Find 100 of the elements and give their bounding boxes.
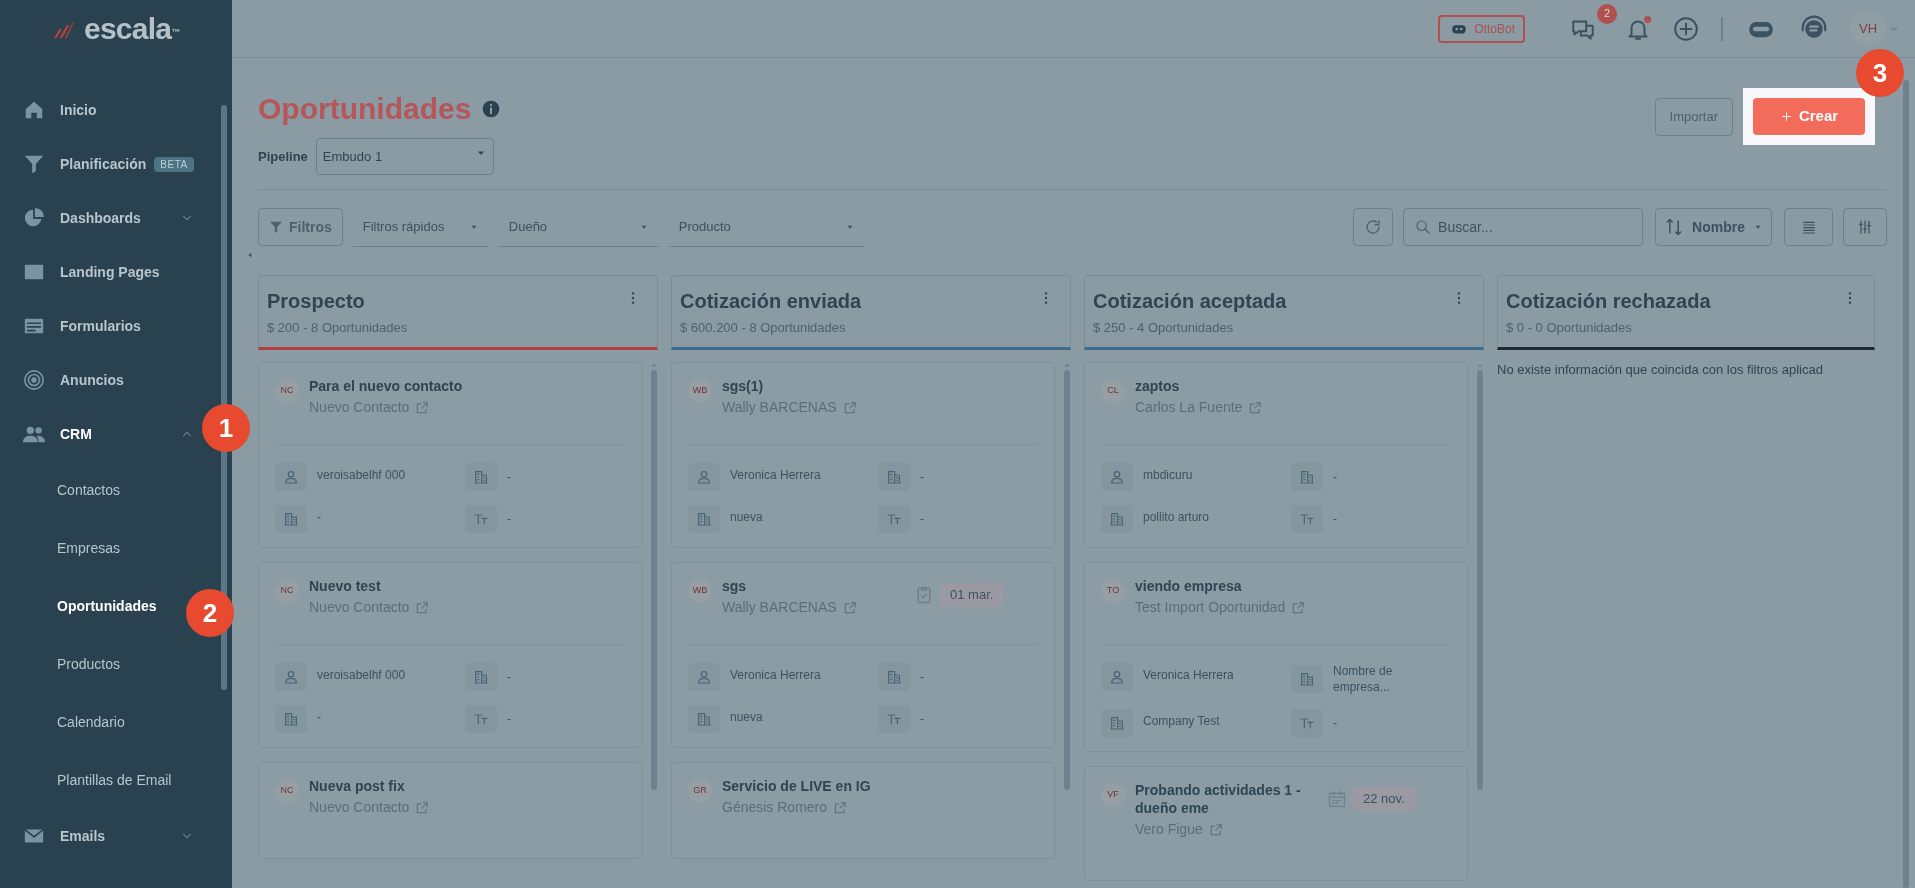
column-scrollbar[interactable]	[1477, 370, 1483, 790]
field-value: -	[317, 709, 321, 725]
field-value: Veronica Herrera	[730, 667, 821, 683]
ottobot-button[interactable]: OttoBot	[1438, 14, 1525, 43]
external-link-icon[interactable]	[1248, 400, 1263, 415]
card-title: sgs	[722, 577, 748, 595]
contact-avatar: GR	[688, 779, 712, 803]
sidebar-item[interactable]: Anuncios	[0, 353, 200, 407]
contact-avatar: WB	[688, 579, 712, 603]
filter-dropdown[interactable]: Producto	[668, 207, 865, 247]
list-icon	[1800, 219, 1817, 235]
create-button[interactable]: Crear	[1753, 98, 1865, 135]
external-link-icon[interactable]	[1291, 600, 1306, 615]
external-link-icon[interactable]	[415, 400, 430, 415]
user-avatar[interactable]: VH	[1851, 11, 1885, 46]
external-link-icon[interactable]	[842, 400, 857, 415]
person-icon	[1109, 669, 1125, 685]
column-title: Cotización rechazada	[1506, 289, 1712, 314]
field-value: pollito arturo	[1143, 509, 1210, 525]
pie-icon	[22, 207, 46, 229]
card-title: Servicio de LIVE en IG	[722, 777, 871, 795]
column-scrollbar[interactable]	[651, 370, 657, 790]
person-icon	[1109, 469, 1125, 485]
scroll-up-icon[interactable]	[1476, 362, 1484, 368]
notification-count: 2	[1597, 3, 1617, 24]
clipboard-check-icon	[914, 584, 934, 605]
funnel-icon	[269, 220, 283, 234]
building-icon	[473, 669, 489, 685]
refresh-button[interactable]	[1353, 208, 1394, 246]
card-title: Nueva post fix	[309, 777, 406, 795]
pipeline-select[interactable]: Embudo 1	[315, 138, 494, 175]
list-view-button[interactable]	[1784, 208, 1833, 246]
field-value: -	[1333, 715, 1338, 731]
building-icon	[1299, 469, 1315, 485]
external-link-icon[interactable]	[833, 800, 848, 815]
contact-avatar: WB	[688, 379, 712, 403]
person-icon	[283, 469, 299, 485]
field-value: -	[1333, 469, 1338, 485]
column-title: Prospecto	[267, 289, 366, 314]
field-value: -	[920, 711, 925, 727]
sidebar-item[interactable]: Emails	[0, 809, 200, 863]
card-title: Probando actividades 1 - dueño eme	[1135, 781, 1302, 817]
settings-button[interactable]	[1843, 208, 1887, 246]
text-format-icon	[1299, 715, 1315, 731]
page-scrollbar[interactable]	[1903, 80, 1909, 888]
field-value: Nombre de empresa...	[1333, 663, 1394, 695]
column-summary: $ 200 - 8 Oportunidades	[267, 319, 409, 337]
building-icon	[473, 469, 489, 485]
page-title: Oportunidades	[258, 94, 472, 124]
field-value: -	[317, 509, 321, 525]
import-button[interactable]: Importar	[1654, 97, 1733, 136]
field-value: nueva	[730, 709, 763, 725]
filter-dropdown[interactable]: Filtros rápidos	[352, 207, 489, 247]
filters-button[interactable]: Filtros	[258, 208, 343, 246]
contact-avatar: NC	[275, 379, 299, 403]
sort-button[interactable]: Nombre	[1655, 208, 1772, 246]
column-scrollbar[interactable]	[1064, 370, 1070, 790]
building-icon	[283, 711, 299, 727]
sidebar-item[interactable]: Landing Pages	[0, 245, 200, 299]
target-icon	[22, 369, 46, 391]
sidebar-item[interactable]: Inicio	[0, 83, 200, 137]
pipeline-label: Pipeline	[258, 147, 308, 166]
sidebar-subitem[interactable]: Calendario	[0, 693, 184, 751]
text-format-icon	[1299, 511, 1315, 527]
sidebar-subitem[interactable]: Empresas	[0, 519, 184, 577]
scroll-up-icon[interactable]	[1063, 362, 1071, 368]
add-circle-icon[interactable]	[1673, 15, 1699, 42]
contact-avatar: NC	[275, 779, 299, 803]
calendar-icon	[1327, 788, 1347, 809]
contact-avatar: VF	[1101, 783, 1125, 807]
external-link-icon[interactable]	[842, 600, 857, 615]
search-field[interactable]: Buscar...	[1403, 208, 1644, 246]
external-link-icon[interactable]	[415, 800, 430, 815]
field-value: -	[920, 669, 925, 685]
sidebar-subitem[interactable]: Productos	[0, 635, 184, 693]
sidebar-item[interactable]: Dashboards	[0, 191, 200, 245]
sidebar-subitem[interactable]: Contactos	[0, 461, 184, 519]
external-link-icon[interactable]	[1208, 822, 1223, 837]
column-title: Cotización enviada	[680, 289, 863, 314]
field-value: mbdicuru	[1143, 467, 1193, 483]
sidebar-item[interactable]: CRM	[0, 407, 200, 461]
building-icon	[696, 711, 712, 727]
field-value: -	[507, 711, 512, 727]
field-value: -	[507, 669, 512, 685]
person-icon	[283, 669, 299, 685]
sidebar-item[interactable]: Formularios	[0, 299, 200, 353]
card-title: Nuevo test	[309, 577, 382, 595]
sidebar-item[interactable]: Planificación BETA	[0, 137, 200, 191]
sidebar-subitem[interactable]: Plantillas de Email	[0, 751, 184, 809]
info-icon[interactable]	[481, 99, 502, 119]
scroll-up-icon[interactable]	[650, 362, 658, 368]
sidebar-subitem[interactable]: Oportunidades	[0, 577, 184, 635]
field-value: -	[507, 469, 512, 485]
person-icon	[696, 669, 712, 685]
scroll-left-icon[interactable]	[246, 250, 254, 260]
filter-dropdown[interactable]: Dueño	[498, 207, 659, 247]
person-icon	[696, 469, 712, 485]
column-title: Cotización aceptada	[1093, 289, 1288, 314]
building-icon	[886, 669, 902, 685]
external-link-icon[interactable]	[415, 600, 430, 615]
